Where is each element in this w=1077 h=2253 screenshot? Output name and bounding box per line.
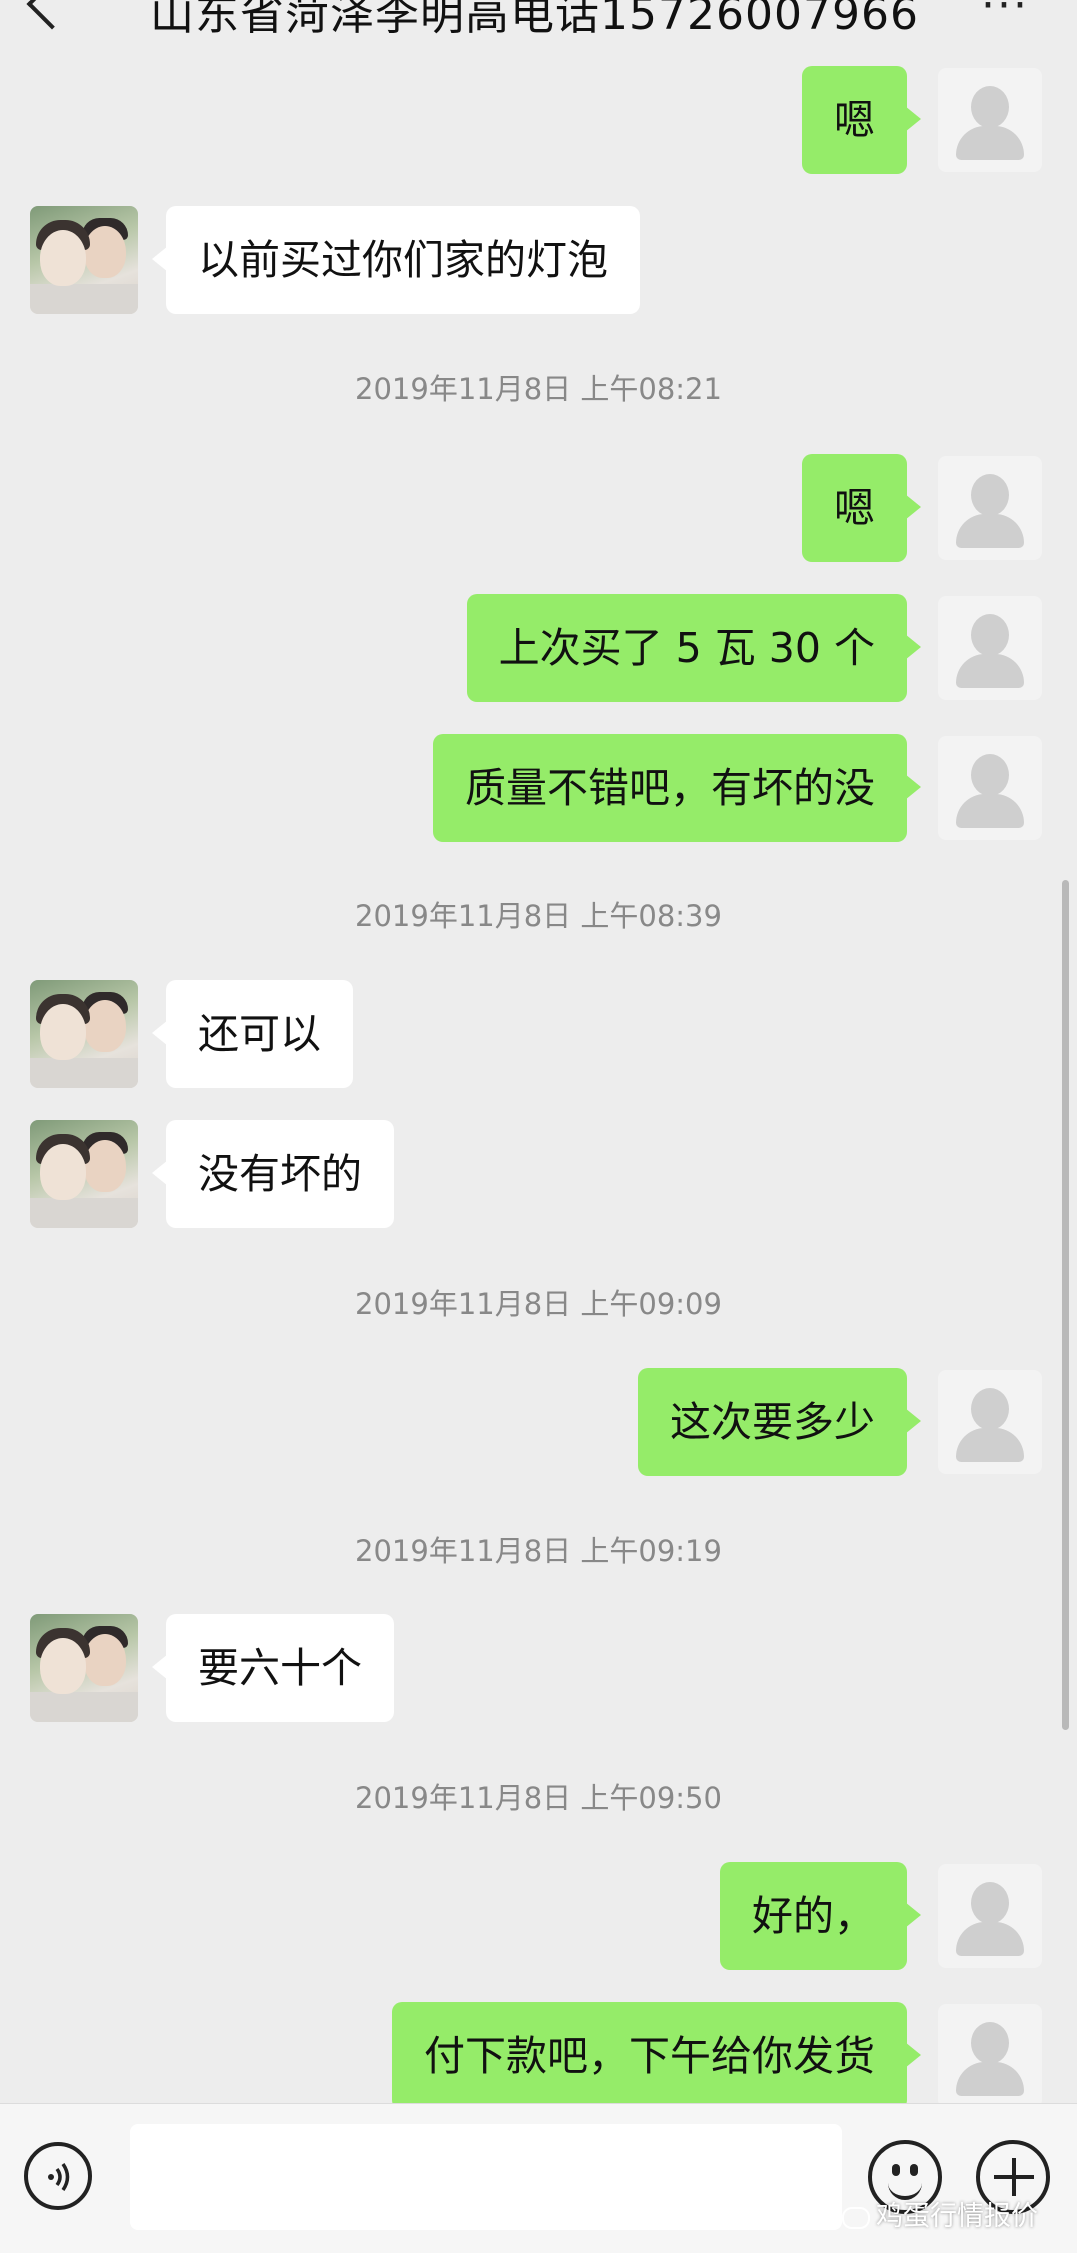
self-avatar[interactable]	[938, 456, 1042, 560]
contact-avatar[interactable]	[30, 1120, 138, 1228]
message-bubble-sent[interactable]: 嗯	[802, 66, 921, 174]
voice-icon[interactable]	[24, 2142, 92, 2210]
message-timestamp: 2019年11月8日 上午09:50	[355, 1781, 722, 1815]
message-bubble-sent[interactable]: 上次买了 5 瓦 30 个	[466, 594, 922, 702]
message-bubble-sent[interactable]: 好的，	[720, 1862, 921, 1970]
wechat-icon	[842, 2206, 870, 2229]
watermark: 鸡蛋行情报价	[842, 2194, 1038, 2233]
message-timestamp: 2019年11月8日 上午09:19	[355, 1534, 722, 1568]
contact-avatar[interactable]	[30, 1614, 138, 1722]
chat-scrollbar[interactable]	[1062, 880, 1069, 1730]
message-bubble-received[interactable]: 要六十个	[152, 1614, 394, 1722]
back-arrow-icon[interactable]	[26, 0, 78, 30]
message-bubble-received[interactable]: 以前买过你们家的灯泡	[152, 206, 640, 314]
watermark-text: 鸡蛋行情报价	[876, 2201, 1038, 2232]
message-bubble-sent[interactable]: 质量不错吧，有坏的没	[433, 734, 921, 842]
self-avatar[interactable]	[938, 68, 1042, 172]
self-avatar[interactable]	[938, 2004, 1042, 2108]
self-avatar[interactable]	[938, 596, 1042, 700]
chat-title: 山东省菏泽李明高电话15726007966	[150, 0, 919, 40]
self-avatar[interactable]	[938, 1370, 1042, 1474]
message-timestamp: 2019年11月8日 上午08:39	[355, 899, 722, 933]
self-avatar[interactable]	[938, 736, 1042, 840]
contact-avatar[interactable]	[30, 206, 138, 314]
message-bubble-sent[interactable]: 付下款吧，下午给你发货	[392, 2002, 921, 2110]
message-bubble-received[interactable]: 还可以	[152, 980, 353, 1088]
message-input[interactable]	[130, 2124, 842, 2230]
contact-avatar[interactable]	[30, 980, 138, 1088]
message-bubble-sent[interactable]: 这次要多少	[638, 1368, 921, 1476]
message-timestamp: 2019年11月8日 上午08:21	[355, 372, 722, 406]
message-bubble-sent[interactable]: 嗯	[802, 454, 921, 562]
message-timestamp: 2019年11月8日 上午09:09	[355, 1287, 722, 1321]
more-icon[interactable]: ···	[981, 0, 1029, 31]
message-bubble-received[interactable]: 没有坏的	[152, 1120, 394, 1228]
self-avatar[interactable]	[938, 1864, 1042, 1968]
chat-header: 山东省菏泽李明高电话15726007966 ···	[0, 0, 1077, 66]
